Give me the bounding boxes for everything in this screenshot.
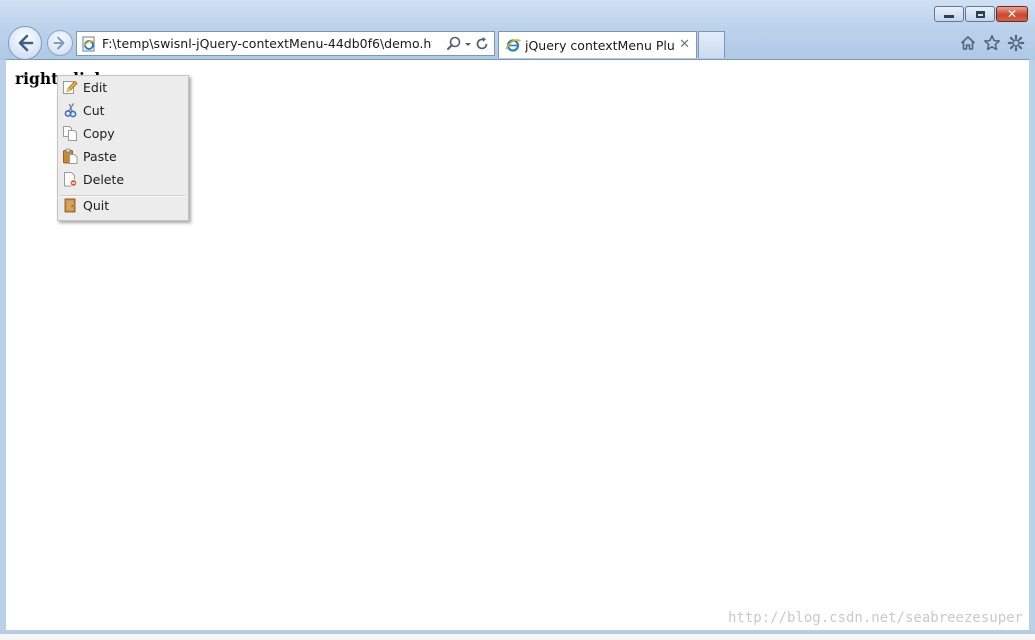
scissors-icon: [62, 102, 78, 118]
window-controls: ✕: [933, 6, 1028, 22]
underlying-window-peek: [0, 634, 1035, 640]
close-icon: ✕: [1006, 7, 1018, 21]
address-tools: [445, 35, 491, 53]
search-icon[interactable]: [445, 35, 463, 53]
tab-active[interactable]: jQuery contextMenu Plu... ✕: [498, 31, 697, 58]
close-window-button[interactable]: ✕: [996, 6, 1028, 22]
context-menu: Edit Cut Copy Paste Delete Quit: [57, 75, 189, 221]
menu-item-label: Copy: [83, 125, 115, 141]
copy-icon: [62, 125, 78, 141]
restore-button[interactable]: [965, 6, 995, 22]
watermark-text: http://blog.csdn.net/seabreezesuper: [727, 610, 1023, 626]
ie-page-icon: [82, 36, 96, 51]
delete-icon: [62, 171, 78, 187]
minimize-button[interactable]: [934, 6, 964, 22]
browser-toolbar-right: [953, 34, 1025, 52]
back-button[interactable]: [8, 26, 42, 60]
forward-button[interactable]: [47, 30, 73, 56]
pencil-icon: [62, 79, 78, 95]
address-bar[interactable]: F:\temp\swisnl-jQuery-contextMenu-44db0f…: [76, 31, 495, 56]
menu-item-cut[interactable]: Cut: [58, 99, 188, 121]
menu-item-copy[interactable]: Copy: [58, 122, 188, 144]
menu-item-label: Paste: [83, 148, 117, 164]
menu-item-quit[interactable]: Quit: [58, 194, 188, 216]
address-url[interactable]: F:\temp\swisnl-jQuery-contextMenu-44db0f…: [102, 36, 432, 51]
menu-item-edit[interactable]: Edit: [58, 76, 188, 98]
gear-icon[interactable]: [1007, 34, 1025, 52]
menu-item-label: Edit: [83, 79, 108, 95]
ie-tab-icon: [505, 39, 521, 52]
menu-item-label: Delete: [83, 171, 125, 187]
refresh-icon[interactable]: [473, 35, 491, 53]
tab-title: jQuery contextMenu Plu...: [525, 37, 675, 53]
home-icon[interactable]: [959, 34, 977, 52]
new-tab-button[interactable]: [698, 31, 725, 58]
menu-item-delete[interactable]: Delete: [58, 168, 188, 190]
door-icon: [62, 197, 78, 213]
restore-icon: [975, 10, 985, 18]
minimize-icon: [944, 15, 954, 18]
menu-item-paste[interactable]: Paste: [58, 145, 188, 167]
paste-icon: [62, 148, 78, 164]
star-icon[interactable]: [983, 34, 1001, 52]
tab-close-icon[interactable]: ✕: [679, 37, 690, 52]
search-dropdown-icon[interactable]: [463, 35, 473, 53]
menu-item-label: Quit: [83, 197, 110, 213]
back-arrow-icon: [18, 34, 34, 52]
menu-item-label: Cut: [83, 102, 105, 118]
forward-arrow-icon: [53, 36, 65, 50]
